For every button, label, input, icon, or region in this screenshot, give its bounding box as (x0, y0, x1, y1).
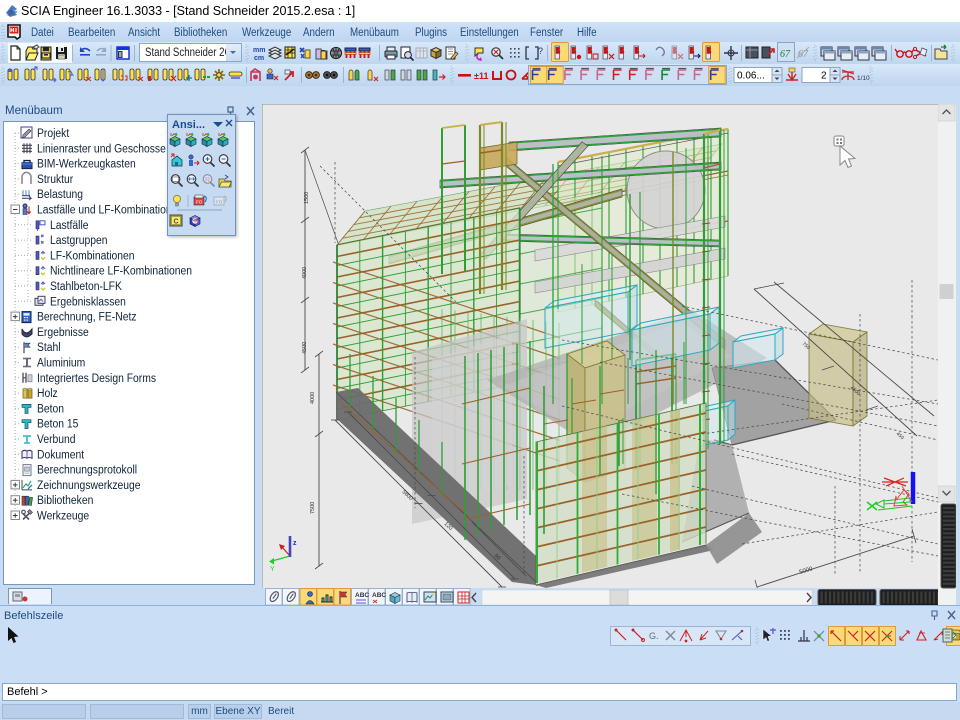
svg-text:Struktur: Struktur (37, 173, 74, 186)
svg-text:FO: FO (216, 200, 223, 205)
svg-text:mm: mm (253, 47, 265, 54)
svg-text:Ergebnisse: Ergebnisse (37, 326, 89, 339)
svg-text:Lastfälle: Lastfälle (50, 219, 89, 232)
svg-text:Integriertes Design Forms: Integriertes Design Forms (37, 372, 157, 385)
svg-text:Stahl: Stahl (37, 342, 61, 355)
svg-text:120: 120 (443, 521, 454, 532)
svg-text:ABC: ABC (372, 592, 386, 599)
svg-text:C: C (174, 219, 179, 226)
svg-text:4000: 4000 (302, 267, 308, 279)
svg-text:4000: 4000 (310, 392, 316, 404)
svg-text:Berechnung, FE-Netz: Berechnung, FE-Netz (37, 311, 137, 324)
svg-text:R: R (205, 177, 210, 184)
svg-text:7500: 7500 (310, 502, 316, 514)
svg-text:Dokument: Dokument (37, 449, 84, 462)
svg-text:Verbund: Verbund (37, 434, 76, 447)
svg-text:Beton: Beton (37, 403, 64, 416)
svg-text:?: ? (538, 46, 543, 56)
svg-text:67: 67 (798, 49, 809, 60)
svg-text:2: 2 (821, 71, 827, 82)
svg-text:z: z (293, 540, 297, 547)
svg-text:Werkzeuge: Werkzeuge (37, 510, 89, 523)
svg-text:Lastfälle und LF-Kombinationen: Lastfälle und LF-Kombinationen (37, 204, 183, 217)
svg-text:LF-Kombinationen: LF-Kombinationen (50, 250, 135, 263)
svg-text:450: 450 (895, 431, 905, 441)
svg-text:Nichtlineare LF-Kombinationen: Nichtlineare LF-Kombinationen (50, 265, 192, 278)
svg-text:Projekt: Projekt (37, 128, 69, 141)
svg-text:1500: 1500 (304, 192, 310, 204)
svg-text:±11: ±11 (474, 71, 488, 81)
svg-text:5800: 5800 (401, 489, 414, 502)
svg-text:ABC: ABC (355, 592, 369, 599)
svg-text:Stahlbeton-LFK: Stahlbeton-LFK (50, 281, 123, 294)
svg-text:4500: 4500 (849, 385, 861, 397)
svg-text:0.06...: 0.06... (737, 71, 765, 82)
svg-text:90: 90 (493, 553, 502, 562)
svg-text:FO: FO (196, 200, 203, 205)
svg-text:Bibliotheken: Bibliotheken (37, 495, 93, 508)
svg-text:G.: G. (649, 631, 659, 641)
svg-text:Beton 15: Beton 15 (37, 418, 78, 431)
svg-text:Berechnungsprotokoll: Berechnungsprotokoll (37, 464, 137, 477)
svg-text:Aluminium: Aluminium (37, 357, 85, 370)
svg-text:Linienraster und Geschosse: Linienraster und Geschosse (37, 143, 166, 156)
svg-text:Y: Y (270, 566, 275, 573)
svg-text:4500: 4500 (302, 342, 308, 354)
svg-text:Belastung: Belastung (37, 189, 83, 202)
svg-text:Holz: Holz (37, 388, 58, 401)
svg-text:Ansi...: Ansi... (172, 119, 205, 131)
svg-text:Ergebnisklassen: Ergebnisklassen (50, 296, 126, 309)
svg-text:Lastgruppen: Lastgruppen (50, 235, 108, 248)
svg-text:cm: cm (254, 55, 264, 62)
svg-text:1/10: 1/10 (857, 75, 870, 82)
svg-text:Zeichnungswerkzeuge: Zeichnungswerkzeuge (37, 479, 141, 492)
svg-text:750: 750 (801, 341, 811, 351)
svg-text:67: 67 (780, 49, 791, 60)
svg-text:BIM-Werkzeugkasten: BIM-Werkzeugkasten (37, 158, 136, 171)
svg-text:5000: 5000 (799, 566, 814, 576)
